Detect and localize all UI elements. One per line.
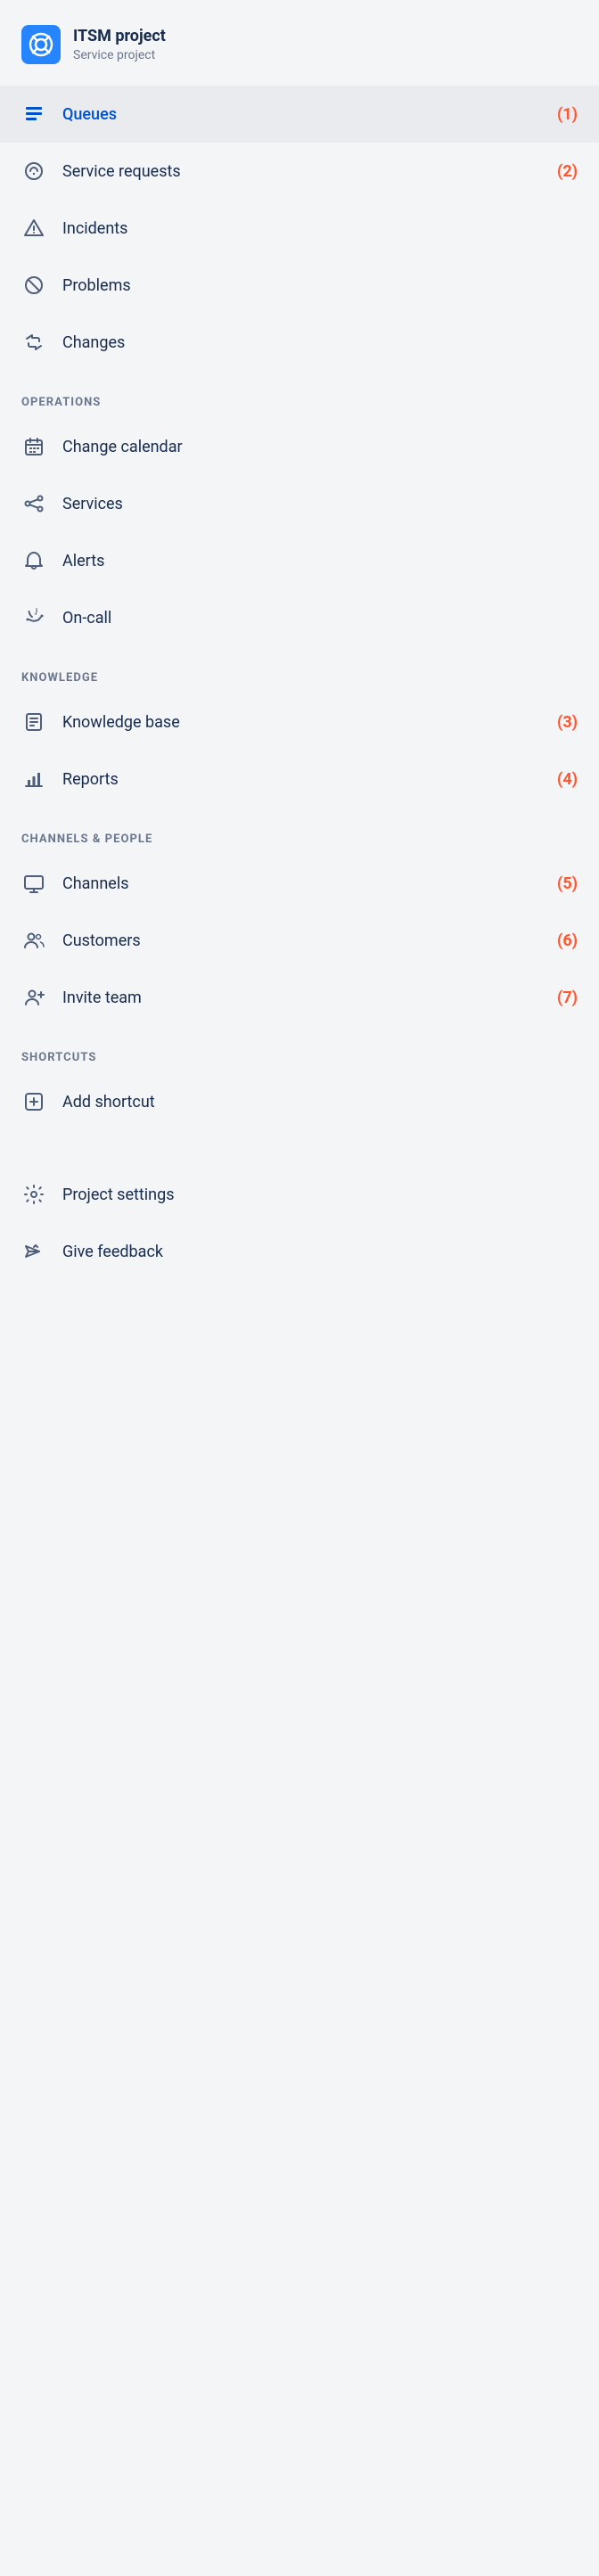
problems-icon	[21, 273, 46, 298]
invite-team-badge: (7)	[557, 989, 578, 1007]
changes-icon	[21, 330, 46, 355]
nav-item-project-settings[interactable]: Project settings	[0, 1166, 599, 1223]
knowledge-base-label: Knowledge base	[62, 713, 541, 732]
services-label: Services	[62, 495, 578, 513]
services-icon	[21, 491, 46, 516]
nav-item-service-requests[interactable]: Service requests (2)	[0, 143, 599, 200]
add-shortcut-label: Add shortcut	[62, 1093, 578, 1112]
nav-item-add-shortcut[interactable]: Add shortcut	[0, 1073, 599, 1130]
invite-team-label: Invite team	[62, 989, 541, 1007]
nav-item-queues[interactable]: Queues (1)	[0, 86, 599, 143]
nav-item-on-call[interactable]: On-call	[0, 589, 599, 646]
project-info: ITSM project Service project	[73, 26, 166, 63]
nav-item-services[interactable]: Services	[0, 475, 599, 532]
incidents-icon	[21, 216, 46, 241]
section-knowledge: KNOWLEDGE	[0, 646, 599, 693]
project-settings-icon	[21, 1182, 46, 1207]
nav-item-customers[interactable]: Customers (6)	[0, 912, 599, 969]
knowledge-base-badge: (3)	[557, 713, 578, 732]
queues-badge: (1)	[557, 105, 578, 124]
project-type: Service project	[73, 47, 166, 63]
reports-badge: (4)	[557, 770, 578, 789]
nav-item-problems[interactable]: Problems	[0, 257, 599, 314]
nav-item-invite-team[interactable]: Invite team (7)	[0, 969, 599, 1026]
section-operations: OPERATIONS	[0, 371, 599, 418]
invite-team-icon	[21, 985, 46, 1010]
nav-item-knowledge-base[interactable]: Knowledge base (3)	[0, 693, 599, 751]
knowledge-base-icon	[21, 710, 46, 734]
channels-icon	[21, 871, 46, 896]
give-feedback-label: Give feedback	[62, 1243, 578, 1261]
problems-label: Problems	[62, 276, 578, 295]
channels-badge: (5)	[557, 874, 578, 893]
nav-item-alerts[interactable]: Alerts	[0, 532, 599, 589]
change-calendar-label: Change calendar	[62, 438, 578, 456]
on-call-icon	[21, 605, 46, 630]
change-calendar-icon	[21, 434, 46, 459]
nav-item-changes[interactable]: Changes	[0, 314, 599, 371]
alerts-label: Alerts	[62, 552, 578, 570]
customers-icon	[21, 928, 46, 953]
changes-label: Changes	[62, 333, 578, 352]
section-channels-people: CHANNELS & PEOPLE	[0, 808, 599, 855]
nav-item-change-calendar[interactable]: Change calendar	[0, 418, 599, 475]
nav-item-incidents[interactable]: Incidents	[0, 200, 599, 257]
service-requests-badge: (2)	[557, 162, 578, 181]
queues-icon	[21, 102, 46, 127]
nav-item-give-feedback[interactable]: Give feedback	[0, 1223, 599, 1280]
customers-label: Customers	[62, 931, 541, 950]
nav-item-channels[interactable]: Channels (5)	[0, 855, 599, 912]
project-logo	[21, 25, 61, 64]
on-call-label: On-call	[62, 609, 578, 628]
nav-item-reports[interactable]: Reports (4)	[0, 751, 599, 808]
channels-label: Channels	[62, 874, 541, 893]
sidebar: ITSM project Service project Queues (1) …	[0, 0, 599, 1280]
service-requests-label: Service requests	[62, 162, 541, 181]
give-feedback-icon	[21, 1239, 46, 1264]
queues-label: Queues	[62, 105, 541, 124]
project-name: ITSM project	[73, 26, 166, 46]
customers-badge: (6)	[557, 931, 578, 950]
incidents-label: Incidents	[62, 219, 578, 238]
reports-icon	[21, 767, 46, 792]
service-requests-icon	[21, 159, 46, 184]
section-shortcuts: SHORTCUTS	[0, 1026, 599, 1073]
project-header: ITSM project Service project	[0, 0, 599, 86]
project-settings-label: Project settings	[62, 1185, 578, 1204]
add-shortcut-icon	[21, 1089, 46, 1114]
alerts-icon	[21, 548, 46, 573]
reports-label: Reports	[62, 770, 541, 789]
